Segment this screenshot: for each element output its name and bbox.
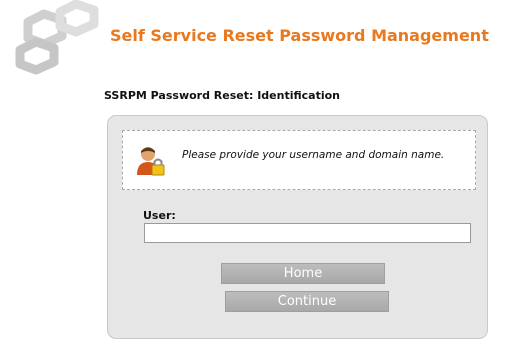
home-button[interactable]: Home	[221, 263, 385, 284]
user-input[interactable]	[144, 223, 471, 243]
info-message-box: Please provide your username and domain …	[122, 130, 476, 190]
app-title: Self Service Reset Password Management	[110, 26, 489, 45]
hexagon-logo-icon	[0, 0, 120, 80]
info-message-text: Please provide your username and domain …	[182, 149, 445, 161]
continue-button[interactable]: Continue	[225, 291, 389, 312]
identification-panel: Please provide your username and domain …	[107, 115, 488, 339]
user-lock-icon	[136, 145, 166, 177]
user-field-label: User:	[143, 209, 176, 222]
page-title: SSRPM Password Reset: Identification	[104, 89, 341, 102]
